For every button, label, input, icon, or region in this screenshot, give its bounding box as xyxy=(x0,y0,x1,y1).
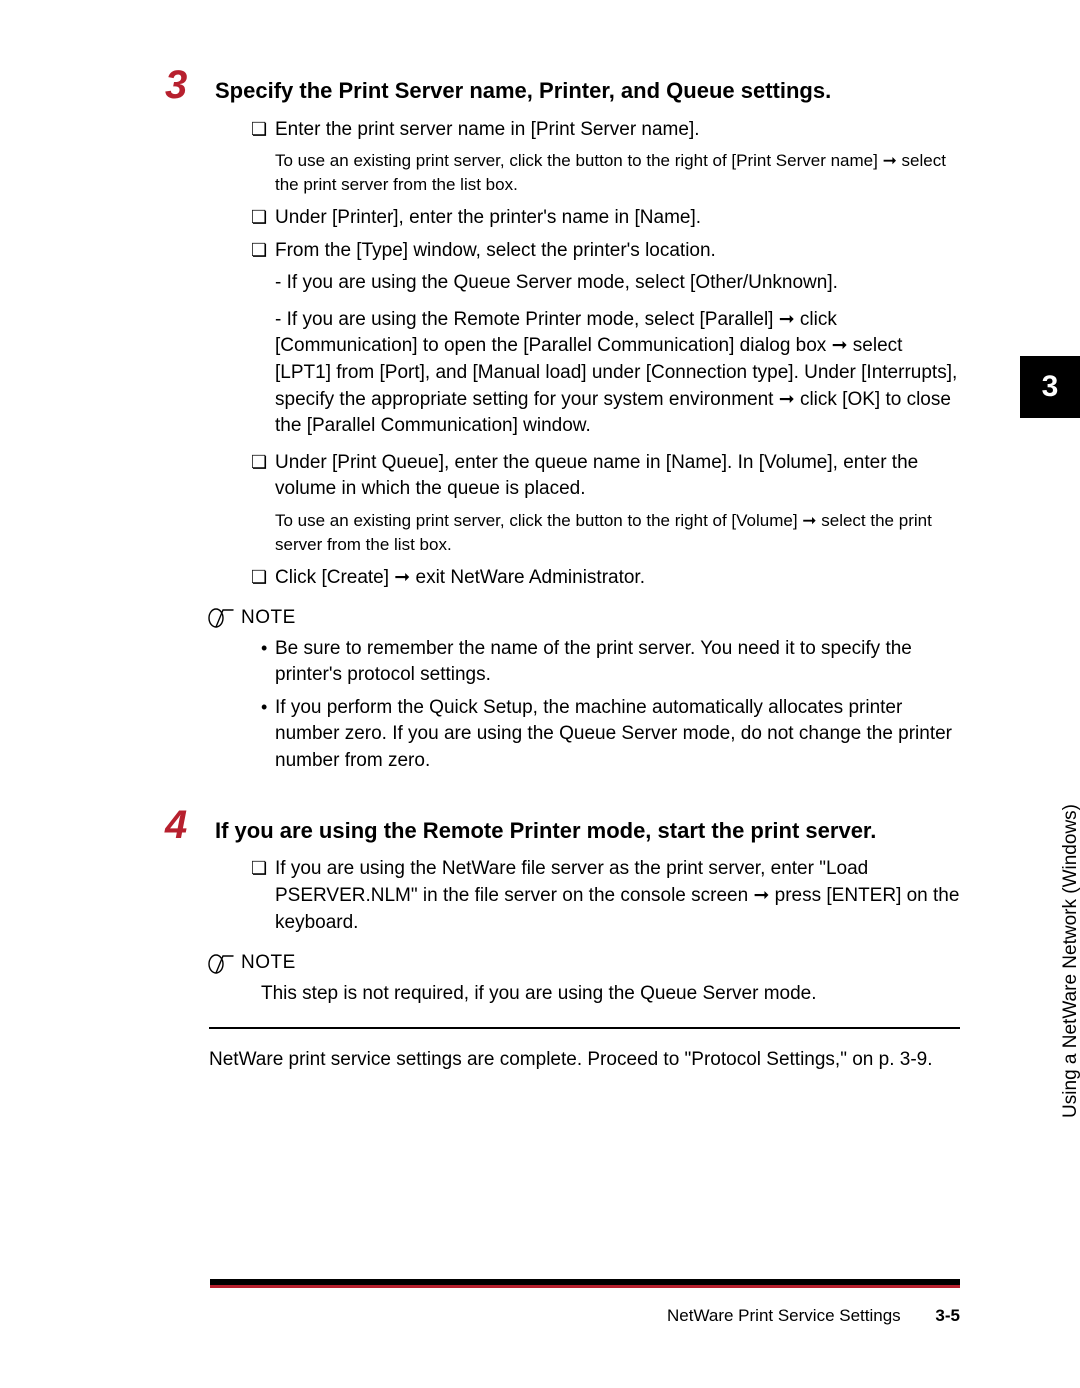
dash-subitem: - If you are using the Remote Printer mo… xyxy=(215,307,960,440)
footer-section: NetWare Print Service Settings xyxy=(667,1306,901,1325)
step-3: 3 Specify the Print Server name, Printer… xyxy=(215,65,960,775)
step-header: 4 If you are using the Remote Printer mo… xyxy=(165,805,960,847)
checklist-item: Enter the print server name in [Print Se… xyxy=(215,117,960,144)
divider xyxy=(209,1027,960,1029)
note-label: NOTE xyxy=(241,605,296,632)
step-title: Specify the Print Server name, Printer, … xyxy=(215,76,831,107)
page-number: 3-5 xyxy=(935,1306,960,1325)
footer: NetWare Print Service Settings 3-5 xyxy=(667,1304,960,1328)
sub-instruction: To use an existing print server, click t… xyxy=(215,509,960,557)
dash-subitem: - If you are using the Queue Server mode… xyxy=(215,270,960,297)
sub-instruction: To use an existing print server, click t… xyxy=(215,149,960,197)
closing-text: NetWare print service settings are compl… xyxy=(209,1047,960,1074)
chapter-tab: 3 xyxy=(1020,356,1080,418)
checklist-item: Under [Printer], enter the printer's nam… xyxy=(215,205,960,232)
checklist-item: Click [Create] ➞ exit NetWare Administra… xyxy=(215,565,960,592)
note-text: This step is not required, if you are us… xyxy=(215,981,960,1008)
checklist-item: From the [Type] window, select the print… xyxy=(215,238,960,265)
note-bullet: If you perform the Quick Setup, the mach… xyxy=(215,695,960,775)
step-4: 4 If you are using the Remote Printer mo… xyxy=(215,805,960,1008)
checklist-item: If you are using the NetWare file server… xyxy=(215,856,960,936)
step-number: 4 xyxy=(165,805,215,845)
chapter-number: 3 xyxy=(1042,366,1059,408)
step-number: 3 xyxy=(165,65,215,105)
document-page: 3 Using a NetWare Network (Windows) 3 Sp… xyxy=(0,0,1080,1388)
footer-bar xyxy=(210,1279,960,1288)
checklist-item: Under [Print Queue], enter the queue nam… xyxy=(215,450,960,503)
step-header: 3 Specify the Print Server name, Printer… xyxy=(165,65,960,107)
note-icon xyxy=(207,953,235,975)
step-title: If you are using the Remote Printer mode… xyxy=(215,816,876,847)
note-header: NOTE xyxy=(207,605,960,632)
note-bullet: Be sure to remember the name of the prin… xyxy=(215,636,960,689)
note-icon xyxy=(207,607,235,629)
note-label: NOTE xyxy=(241,950,296,977)
note-header: NOTE xyxy=(207,950,960,977)
chapter-side-label: Using a NetWare Network (Windows) xyxy=(1058,804,1080,1118)
